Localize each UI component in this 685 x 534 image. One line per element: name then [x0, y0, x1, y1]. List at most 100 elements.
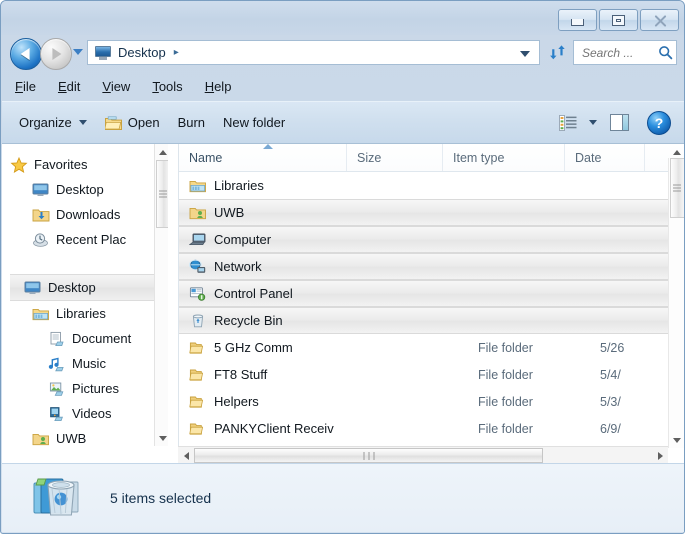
sidebar-item-favorites[interactable]: Favorites: [10, 152, 168, 177]
minimize-button[interactable]: [558, 9, 597, 31]
nav-scroll-down-button[interactable]: [155, 430, 168, 446]
organize-button[interactable]: Organize: [10, 108, 96, 138]
nav-scrollbar-thumb[interactable]: [155, 160, 168, 228]
window-controls: [558, 9, 679, 31]
column-header-label: Date: [575, 150, 602, 165]
new-folder-button[interactable]: New folder: [214, 108, 294, 138]
search-box[interactable]: [573, 40, 677, 65]
view-layout-icon: [559, 114, 577, 131]
scrollbar-grip-icon: [158, 189, 167, 200]
cell-item-type: File folder: [478, 394, 533, 409]
minimize-icon: [571, 19, 584, 26]
menu-view[interactable]: View: [100, 77, 132, 96]
breadcrumb-separator-icon[interactable]: ▸: [174, 47, 179, 58]
forward-button[interactable]: [40, 38, 72, 70]
sidebar-item-label: Document: [72, 331, 132, 346]
column-header-size[interactable]: Size: [347, 144, 443, 171]
help-button[interactable]: ?: [638, 108, 684, 138]
sidebar-item-videos[interactable]: Videos: [10, 401, 168, 426]
sidebar-item-pictures[interactable]: Pictures: [10, 376, 168, 401]
new-folder-label: New folder: [223, 115, 286, 130]
sidebar-item-label: UWB: [56, 431, 87, 446]
table-row[interactable]: Recycle Bin: [179, 307, 684, 334]
search-input[interactable]: [582, 45, 656, 60]
status-bar: 5 items selected: [2, 463, 684, 532]
breadcrumb-desktop[interactable]: Desktop: [118, 45, 166, 60]
menu-edit[interactable]: Edit: [56, 77, 82, 96]
sidebar-item-label: Downloads: [56, 207, 121, 222]
open-folder-icon: [104, 115, 122, 130]
menu-file[interactable]: File: [13, 77, 38, 96]
open-button[interactable]: Open: [96, 108, 169, 138]
hscroll-right-button[interactable]: [652, 448, 668, 464]
table-row[interactable]: Control Panel: [179, 280, 684, 307]
cell-name: Control Panel: [214, 286, 293, 301]
file-list-scrollbar[interactable]: [668, 149, 684, 448]
navigation-pane: Favorites Desktop Downloads Recent Plac …: [10, 144, 168, 464]
preview-pane-icon: [610, 114, 629, 131]
file-scrollbar-thumb[interactable]: [669, 158, 684, 218]
menu-help-accel: H: [204, 79, 215, 94]
column-headers: Name Size Item type Date: [179, 144, 684, 172]
hscroll-left-button[interactable]: [178, 448, 194, 464]
cell-name: Network: [214, 259, 262, 274]
sidebar-item-downloads[interactable]: Downloads: [10, 202, 168, 227]
table-row[interactable]: Helpers File folder 5/3/: [179, 388, 684, 415]
sidebar-item-recent-places[interactable]: Recent Plac: [10, 227, 168, 252]
menu-help[interactable]: Help: [203, 77, 234, 96]
user-folder-icon: [32, 431, 50, 447]
scrollbar-grip-icon: [673, 183, 681, 194]
change-view-button[interactable]: [550, 108, 601, 138]
folder-icon: [189, 394, 207, 410]
refresh-button[interactable]: [545, 40, 569, 65]
table-row[interactable]: 5 GHz Comm File folder 5/26: [179, 334, 684, 361]
address-bar[interactable]: Desktop ▸: [87, 40, 540, 65]
cell-item-type: File folder: [478, 340, 533, 355]
maximize-button[interactable]: [599, 9, 638, 31]
refresh-icon: [549, 45, 565, 60]
menu-tools-rest: ools: [158, 79, 183, 94]
content-area: Favorites Desktop Downloads Recent Plac …: [2, 144, 684, 464]
menu-tools[interactable]: Tools: [150, 77, 184, 96]
view-chevron-down-icon[interactable]: [589, 120, 597, 125]
file-scroll-down-button[interactable]: [669, 432, 684, 448]
file-list-horizontal-scrollbar[interactable]: [178, 446, 668, 464]
table-row[interactable]: Libraries: [179, 172, 684, 199]
selected-items-stack-icon: [32, 473, 84, 523]
history-dropdown-icon[interactable]: [73, 49, 83, 55]
column-header-name[interactable]: Name: [179, 144, 347, 171]
navigation-group-separator: [10, 252, 168, 274]
address-dropdown-icon[interactable]: [520, 51, 530, 57]
forward-arrow-icon: [52, 48, 62, 60]
table-row[interactable]: FT8 Stuff File folder 5/4/: [179, 361, 684, 388]
close-button[interactable]: [640, 9, 679, 31]
sidebar-item-uwb[interactable]: UWB: [10, 426, 168, 451]
hscrollbar-thumb[interactable]: [194, 448, 543, 463]
table-row[interactable]: Network: [179, 253, 684, 280]
chevron-down-icon: [78, 120, 87, 125]
table-row[interactable]: Computer: [179, 226, 684, 253]
sidebar-item-music[interactable]: Music: [10, 351, 168, 376]
sidebar-item-documents[interactable]: Document: [10, 326, 168, 351]
sidebar-item-desktop[interactable]: Desktop: [10, 274, 168, 301]
sidebar-item-label: Videos: [72, 406, 112, 421]
table-row[interactable]: UWB: [179, 199, 684, 226]
nav-scroll-up-button[interactable]: [155, 144, 168, 160]
desktop-monitor-icon: [24, 280, 42, 296]
close-icon: [653, 14, 667, 27]
chevron-right-icon: [657, 451, 663, 460]
column-header-item-type[interactable]: Item type: [443, 144, 565, 171]
back-button[interactable]: [10, 38, 42, 70]
explorer-window: Desktop ▸ File Edit View: [0, 0, 685, 534]
menu-bar: File Edit View Tools Help: [1, 73, 684, 100]
sidebar-item-libraries[interactable]: Libraries: [10, 301, 168, 326]
maximize-icon: [612, 14, 625, 26]
sidebar-item-desktop-fav[interactable]: Desktop: [10, 177, 168, 202]
table-row[interactable]: PANKYClient Receiv File folder 6/9/: [179, 415, 684, 442]
status-text: 5 items selected: [110, 490, 212, 506]
preview-pane-button[interactable]: [601, 108, 638, 138]
burn-button[interactable]: Burn: [169, 108, 214, 138]
navigation-pane-scrollbar[interactable]: [154, 144, 168, 446]
sidebar-item-label: Desktop: [56, 182, 104, 197]
column-header-date[interactable]: Date: [565, 144, 645, 171]
